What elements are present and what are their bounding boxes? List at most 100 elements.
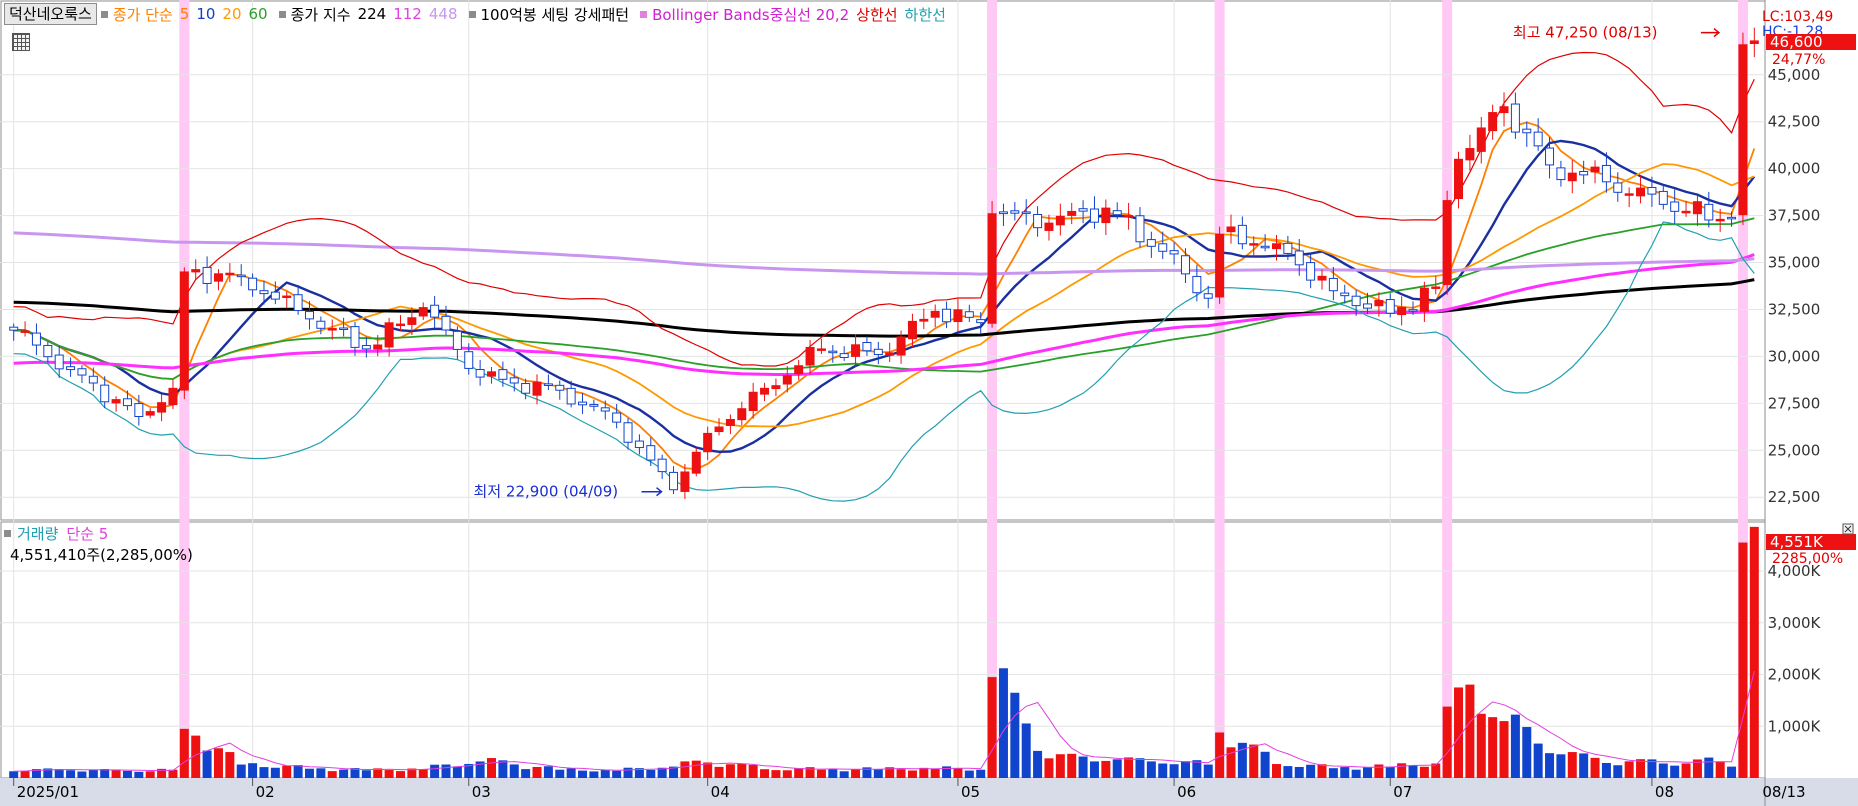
volume-bar[interactable] (1476, 713, 1486, 778)
candle[interactable] (213, 273, 223, 282)
volume-bar[interactable] (1055, 754, 1065, 778)
candle[interactable] (111, 399, 121, 404)
volume-bar[interactable] (1135, 758, 1145, 778)
candle[interactable] (623, 422, 633, 443)
volume-bar[interactable] (1089, 761, 1099, 778)
volume-bar[interactable] (213, 748, 223, 778)
volume-bar[interactable] (725, 764, 735, 778)
volume-bar[interactable] (1397, 763, 1407, 778)
volume-bar[interactable] (976, 769, 986, 778)
candle[interactable] (930, 310, 940, 318)
candle[interactable] (1692, 201, 1702, 215)
candle[interactable] (179, 271, 189, 391)
candle[interactable] (794, 365, 804, 375)
candle[interactable] (361, 345, 371, 350)
candle[interactable] (1351, 295, 1361, 307)
candle[interactable] (1590, 166, 1600, 173)
candle[interactable] (1442, 200, 1452, 285)
volume-bar[interactable] (987, 677, 997, 778)
candle[interactable] (1545, 147, 1555, 166)
volume-bar[interactable] (600, 769, 610, 778)
candle[interactable] (532, 381, 542, 396)
bb-toggle-icon[interactable] (640, 10, 648, 18)
volume-bar[interactable] (1533, 743, 1543, 778)
volume-bar[interactable] (1556, 754, 1566, 778)
volume-bar[interactable] (1579, 753, 1589, 778)
candle[interactable] (680, 471, 690, 492)
volume-bar[interactable] (54, 769, 64, 778)
candle[interactable] (88, 375, 98, 384)
candle[interactable] (1556, 167, 1566, 181)
candle[interactable] (430, 304, 440, 318)
candle[interactable] (236, 274, 246, 278)
candle[interactable] (157, 402, 167, 413)
candle[interactable] (1579, 170, 1589, 176)
candle[interactable] (418, 307, 428, 317)
volume-bar[interactable] (1021, 723, 1031, 778)
candle[interactable] (304, 311, 314, 320)
candle[interactable] (1192, 275, 1202, 294)
candle[interactable] (1385, 299, 1395, 314)
volume-bar[interactable] (361, 770, 371, 778)
candle[interactable] (1124, 215, 1134, 218)
candle[interactable] (1169, 250, 1179, 255)
volume-bar[interactable] (1180, 761, 1190, 778)
candle[interactable] (145, 411, 155, 416)
volume-bar[interactable] (896, 769, 906, 778)
candle[interactable] (828, 350, 838, 354)
candle[interactable] (202, 266, 212, 284)
volume-bar[interactable] (1044, 758, 1054, 778)
volume-bar[interactable] (441, 764, 451, 778)
volume-bar[interactable] (1670, 765, 1680, 778)
volume-bar[interactable] (418, 769, 428, 778)
candle[interactable] (1567, 172, 1577, 182)
volume-bar[interactable] (179, 728, 189, 778)
volume-bar[interactable] (646, 769, 656, 778)
volume-bar[interactable] (1067, 753, 1077, 778)
volume-bar[interactable] (88, 769, 98, 778)
volume-bar[interactable] (589, 771, 599, 778)
candle[interactable] (248, 277, 258, 291)
volume-bar[interactable] (282, 765, 292, 778)
candle[interactable] (441, 315, 451, 331)
candle[interactable] (1533, 131, 1543, 147)
candle[interactable] (1363, 303, 1373, 309)
candle[interactable] (1135, 215, 1145, 243)
volume-bar[interactable] (555, 769, 565, 778)
volume-bar[interactable] (122, 770, 132, 778)
volume-bar[interactable] (521, 769, 531, 778)
candle[interactable] (942, 308, 952, 323)
volume-bar[interactable] (1112, 759, 1122, 778)
candle[interactable] (1260, 245, 1270, 249)
candle[interactable] (339, 327, 349, 330)
volume-bar[interactable] (1249, 744, 1259, 778)
candle[interactable] (191, 269, 201, 273)
volume-bar[interactable] (259, 767, 269, 778)
volume-bar[interactable] (1419, 766, 1429, 778)
price-volume-chart[interactable]: 45,000 42,500 40,000 37,500 35,000 32,500 30,0… (0, 0, 1858, 806)
volume-bar[interactable] (1203, 764, 1213, 778)
volume-bar[interactable] (623, 767, 633, 778)
candle[interactable] (987, 213, 997, 324)
volume-bar[interactable] (1749, 526, 1759, 778)
candle[interactable] (1283, 242, 1293, 254)
candle[interactable] (555, 384, 565, 391)
volume-bar[interactable] (1078, 756, 1088, 778)
candle[interactable] (1044, 222, 1054, 231)
volume-bar[interactable] (1727, 766, 1737, 778)
volume-bar[interactable] (236, 764, 246, 778)
candle[interactable] (1374, 300, 1384, 307)
volume-bar[interactable] (1317, 764, 1327, 778)
volume-bar[interactable] (9, 771, 19, 778)
volume-bar[interactable] (1385, 766, 1395, 778)
candle[interactable] (407, 317, 417, 325)
candle[interactable] (1454, 158, 1464, 200)
volume-bar[interactable] (953, 768, 963, 778)
volume-bar[interactable] (452, 766, 462, 778)
volume-bar[interactable] (1306, 764, 1316, 778)
volume-bar[interactable] (248, 763, 258, 778)
candle[interactable] (1203, 293, 1213, 299)
volume-bar[interactable] (714, 766, 724, 778)
candle[interactable] (293, 294, 303, 312)
candle[interactable] (862, 342, 872, 352)
